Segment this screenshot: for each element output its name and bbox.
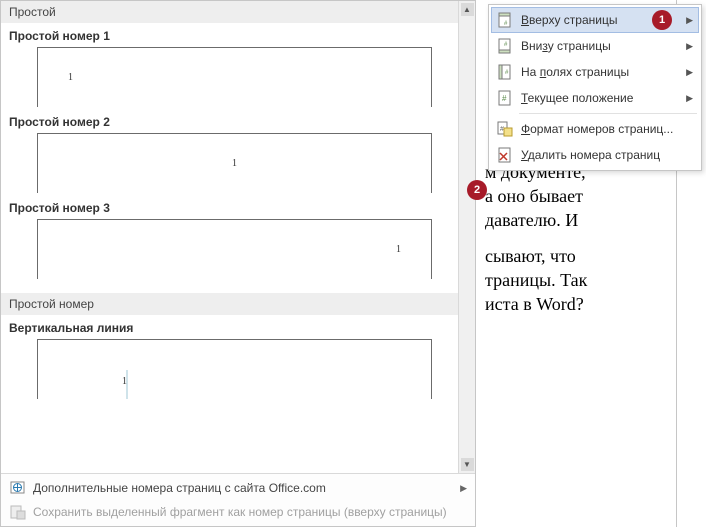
menu-item-format-page-numbers[interactable]: # Формат номеров страниц...: [491, 116, 699, 142]
page-number-sample: 1: [396, 244, 401, 255]
submenu-arrow-icon: ▶: [686, 93, 693, 104]
submenu-arrow-icon: ▶: [686, 67, 693, 78]
menu-item-current-position[interactable]: # Текущее положение ▶: [491, 85, 699, 111]
menu-item-bottom-of-page[interactable]: # Внизу страницы ▶: [491, 33, 699, 59]
page-number-sample: 1: [68, 72, 73, 83]
page-current-icon: #: [495, 89, 515, 107]
menu-separator: [519, 113, 697, 114]
menu-item-page-margins[interactable]: # На полях страницы ▶: [491, 59, 699, 85]
page-bottom-icon: #: [495, 37, 515, 55]
gallery-option-title: Простой номер 2: [9, 115, 450, 129]
annotation-badge-1: 1: [652, 10, 672, 30]
page-top-icon: #: [495, 11, 515, 29]
page-number-menu: # Вверху страницы ▶ # Внизу страницы ▶ #…: [488, 4, 702, 171]
scroll-up-icon[interactable]: ▲: [461, 3, 474, 16]
page-number-sample: 1: [232, 158, 237, 169]
gallery-option-vertical-line[interactable]: Вертикальная линия 1: [1, 315, 458, 401]
page-margin-icon: #: [495, 63, 515, 81]
save-fragment-icon: [9, 504, 27, 520]
gallery-option-simple-2[interactable]: Простой номер 2 1: [1, 109, 458, 195]
footer-more-from-office[interactable]: Дополнительные номера страниц с сайта Of…: [1, 476, 475, 500]
gallery-option-title: Простой номер 1: [9, 29, 450, 43]
remove-numbers-icon: [495, 146, 515, 164]
gallery-option-preview: 1: [37, 339, 432, 399]
gallery-option-simple-3[interactable]: Простой номер 3 1: [1, 195, 458, 281]
menu-item-label: Внизу страницы: [521, 39, 611, 53]
gallery-option-simple-1[interactable]: Простой номер 1 1: [1, 23, 458, 109]
menu-item-label: На полях страницы: [521, 65, 629, 79]
document-body-text: м документе, а оно бывает давателю. И сы…: [485, 160, 675, 328]
page-number-gallery: Простой Простой номер 1 1 Простой номер …: [0, 0, 476, 527]
footer-item-label: Дополнительные номера страниц с сайта Of…: [33, 481, 326, 495]
footer-save-selection: Сохранить выделенный фрагмент как номер …: [1, 500, 475, 524]
submenu-arrow-icon: ▶: [686, 41, 693, 52]
page-number-sample: 1: [122, 376, 127, 387]
gallery-option-title: Вертикальная линия: [9, 321, 450, 335]
menu-item-label: Вверху страницы: [521, 13, 617, 27]
menu-item-remove-page-numbers[interactable]: Удалить номера страниц: [491, 142, 699, 168]
menu-item-label: Удалить номера страниц: [521, 148, 660, 162]
gallery-scrollbar[interactable]: ▲ ▼: [458, 1, 475, 473]
annotation-badge-2: 2: [467, 180, 487, 200]
gallery-option-title: Простой номер 3: [9, 201, 450, 215]
svg-text:#: #: [500, 126, 504, 133]
footer-item-label: Сохранить выделенный фрагмент как номер …: [33, 505, 447, 519]
gallery-option-preview: 1: [37, 47, 432, 107]
format-numbers-icon: #: [495, 120, 515, 138]
scroll-down-icon[interactable]: ▼: [461, 458, 474, 471]
submenu-arrow-icon: ▶: [460, 483, 467, 494]
gallery-option-preview: 1: [37, 133, 432, 193]
gallery-section-header: Простой номер: [1, 293, 458, 315]
gallery-option-preview: 1: [37, 219, 432, 279]
office-online-icon: [9, 480, 27, 496]
menu-item-label: Формат номеров страниц...: [521, 122, 673, 136]
gallery-section-header: Простой: [1, 1, 458, 23]
svg-text:#: #: [502, 94, 507, 103]
menu-item-label: Текущее положение: [521, 91, 633, 105]
submenu-arrow-icon: ▶: [686, 15, 693, 26]
